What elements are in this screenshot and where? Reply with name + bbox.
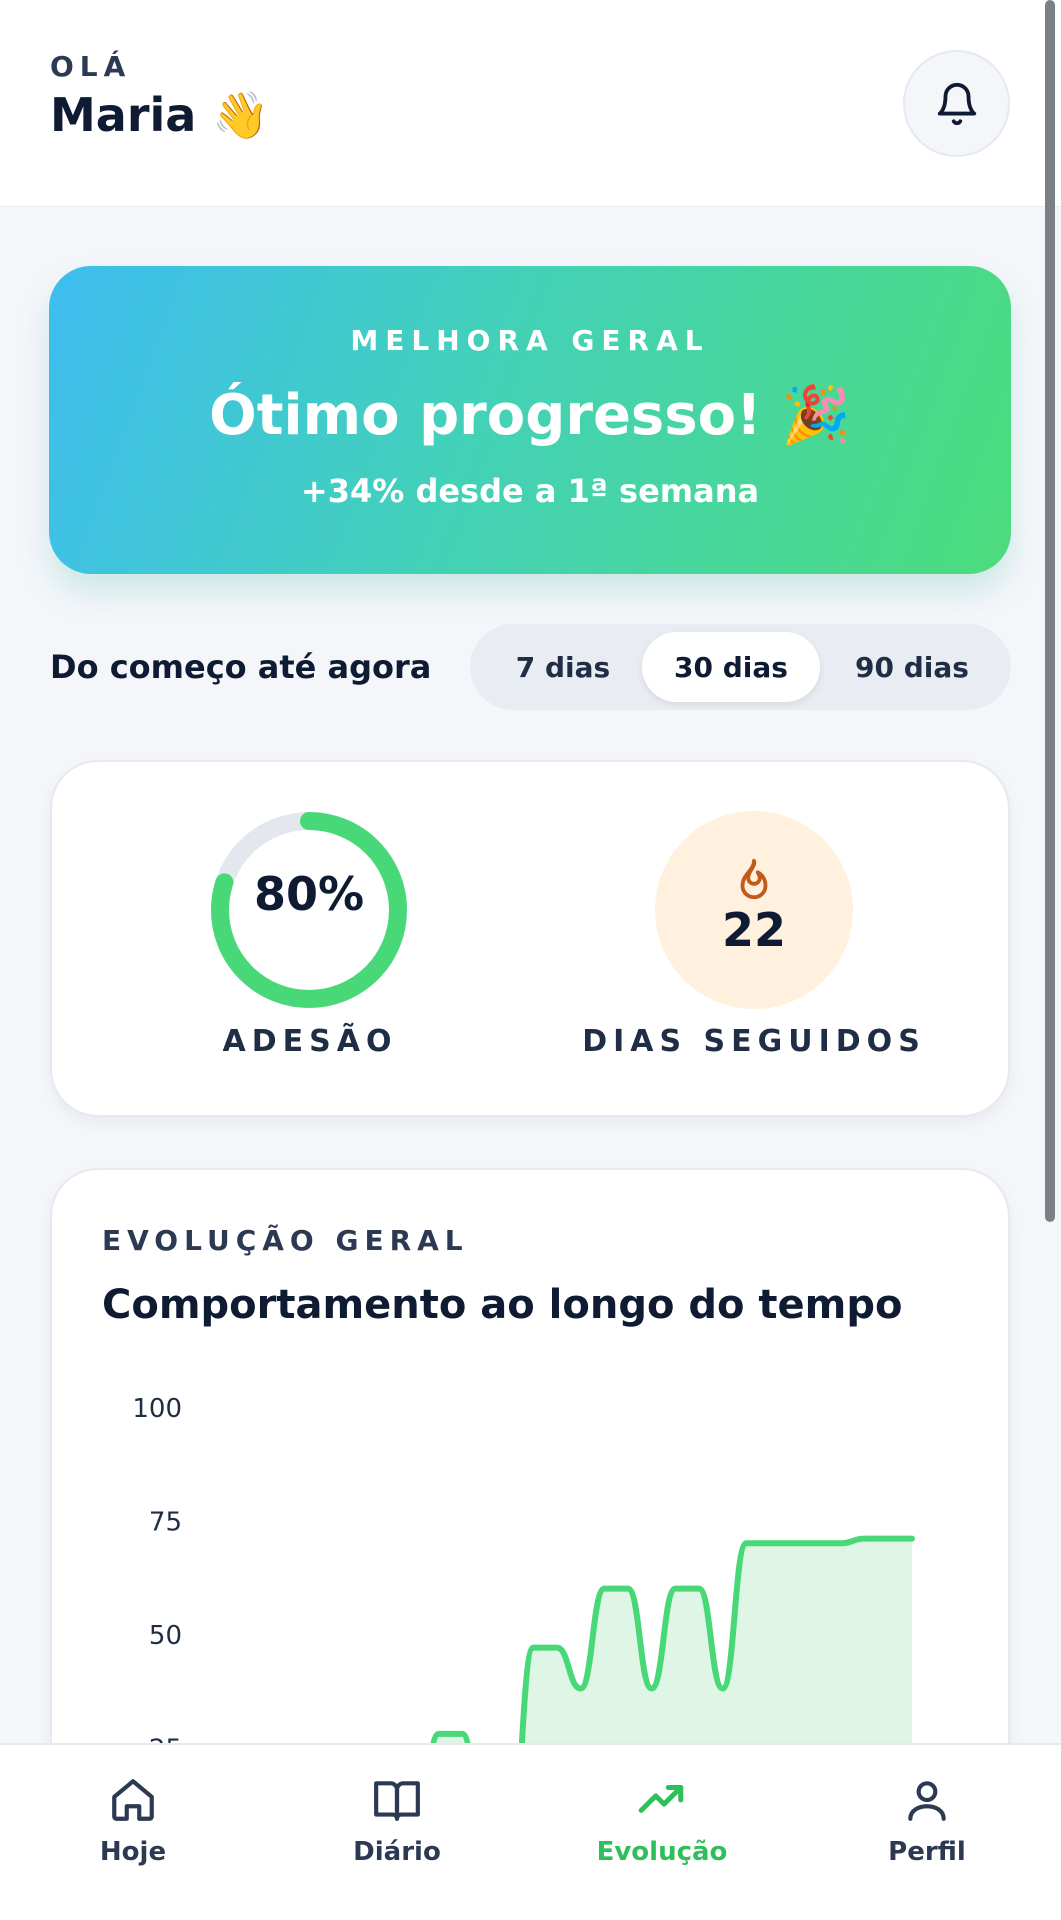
y-tick-label: 50 (149, 1621, 182, 1651)
trending-up-icon (638, 1785, 684, 1813)
streak-badge: 22 (655, 811, 853, 1009)
user-icon (908, 1781, 946, 1821)
book-icon (374, 1781, 420, 1821)
adherence-label: ADESÃO (222, 1024, 398, 1059)
nav-label-perfil: Perfil (888, 1837, 966, 1867)
bell-icon (937, 82, 976, 125)
flame-icon (740, 858, 768, 900)
greeting-label: OLÁ (50, 50, 132, 83)
y-tick-label: 75 (149, 1508, 182, 1538)
nav-item-perfil[interactable]: Perfil (827, 1775, 1027, 1867)
streak-value: 22 (721, 903, 786, 957)
period-option-7[interactable]: 7 dias (478, 632, 648, 702)
progress-banner: MELHORA GERAL Ótimo progresso! 🎉 +34% de… (49, 266, 1011, 574)
banner-kicker: MELHORA GERAL (350, 324, 710, 357)
user-name: Maria 👋 (50, 88, 270, 142)
period-option-30[interactable]: 30 dias (642, 632, 820, 702)
stats-card: 80% ADESÃO 22 DIAS SEGUIDOS (50, 760, 1010, 1117)
bottom-navigation: Hoje Diário Evolução Perfil (0, 1743, 1061, 1920)
nav-item-hoje[interactable]: Hoje (33, 1775, 233, 1867)
nav-label-diario: Diário (353, 1837, 441, 1867)
notifications-button[interactable] (903, 50, 1010, 157)
y-tick-label: 100 (132, 1394, 182, 1424)
period-selector: 7 dias 30 dias 90 dias (470, 624, 1011, 710)
nav-item-diario[interactable]: Diário (297, 1775, 497, 1867)
period-label: Do começo até agora (50, 648, 432, 686)
nav-label-hoje: Hoje (99, 1837, 167, 1867)
banner-title: Ótimo progresso! 🎉 (209, 383, 851, 448)
app-header: OLÁ Maria 👋 (0, 0, 1061, 207)
home-icon (112, 1779, 154, 1821)
scrollbar[interactable] (1045, 0, 1055, 1222)
banner-subtitle: +34% desde a 1ª semana (300, 472, 760, 510)
nav-label-evolucao: Evolução (596, 1837, 728, 1867)
adherence-value: 80% (253, 867, 365, 921)
streak-label: DIAS SEGUIDOS (582, 1024, 926, 1059)
nav-item-evolucao[interactable]: Evolução (562, 1775, 762, 1867)
period-option-90[interactable]: 90 dias (822, 632, 1002, 702)
